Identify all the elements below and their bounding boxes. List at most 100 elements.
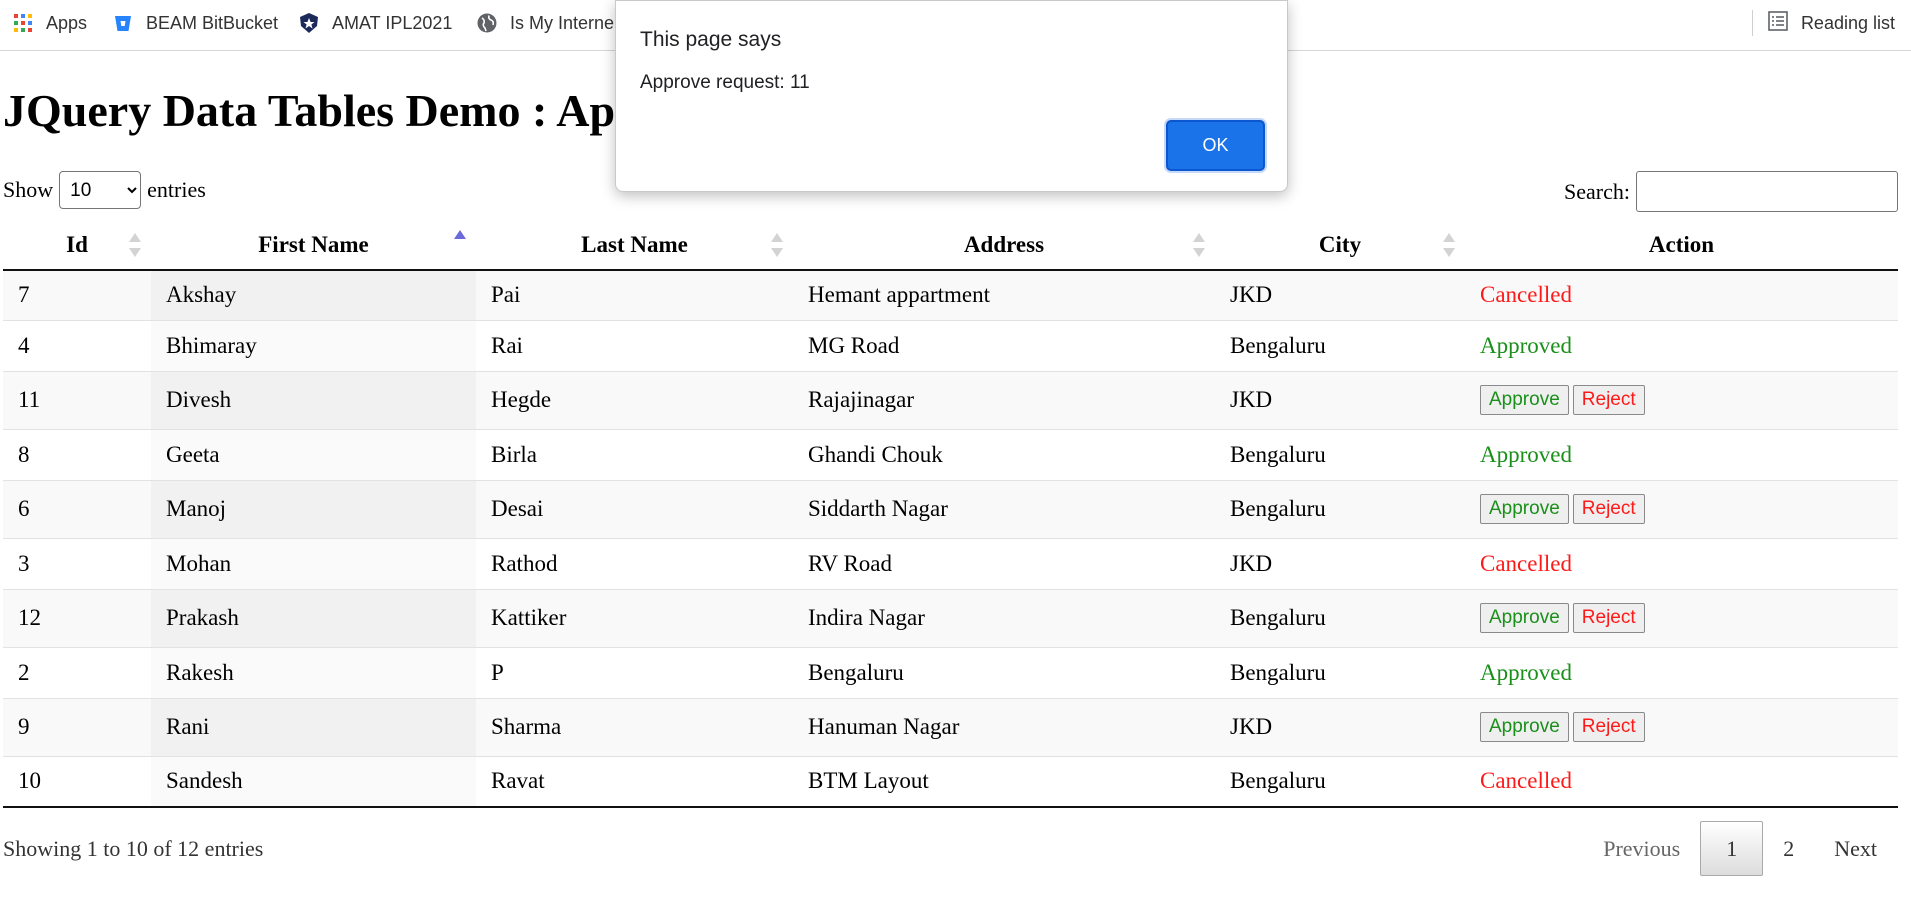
cell-first-name: Manoj (151, 479, 476, 538)
page-length-select[interactable]: 10 (59, 171, 142, 209)
cell-last-name: Pai (476, 269, 793, 320)
pagination-page-1[interactable]: 1 (1700, 821, 1764, 876)
pagination-previous[interactable]: Previous (1583, 821, 1700, 876)
table-row: 9 Rani Sharma Hanuman Nagar JKD Approve Reject (3, 697, 1898, 756)
entries-label: entries (147, 177, 206, 202)
bookmark-label: Apps (46, 12, 88, 33)
table-row: 4 Bhimaray Rai MG Road Bengaluru Approved (3, 319, 1898, 371)
approve-button[interactable]: Approve (1480, 603, 1569, 633)
cell-address: Rajajinagar (793, 370, 1215, 429)
column-header-id[interactable]: Id (3, 220, 151, 271)
column-header-first-name[interactable]: First Name (151, 220, 476, 271)
pagination-next[interactable]: Next (1814, 821, 1897, 876)
sort-both-icon (1443, 233, 1455, 257)
cell-address: Bengaluru (793, 646, 1215, 698)
cell-action: Approve Reject (1465, 479, 1898, 538)
pagination: Previous 1 2 Next (1583, 821, 1897, 876)
cell-address: Siddarth Nagar (793, 479, 1215, 538)
bookmark-label: Is My Interne (510, 12, 615, 33)
reading-list-button[interactable]: Reading list (1751, 10, 1895, 36)
column-header-action: Action (1465, 220, 1898, 271)
dialog-ok-button[interactable]: OK (1166, 120, 1265, 171)
page-title: JQuery Data Tables Demo : Ap (3, 85, 616, 136)
cell-city: JKD (1215, 370, 1465, 429)
search-control: Search: (1564, 171, 1898, 212)
reject-button[interactable]: Reject (1572, 712, 1645, 742)
cell-first-name: Bhimaray (151, 319, 476, 371)
cell-first-name: Divesh (151, 370, 476, 429)
sort-both-icon (1193, 233, 1205, 257)
cell-city: Bengaluru (1215, 755, 1465, 808)
cell-action: Approved (1465, 428, 1898, 480)
table-body: 7 Akshay Pai Hemant appartment JKD Cancelled 4… (3, 269, 1898, 808)
reject-button[interactable]: Reject (1572, 603, 1645, 633)
cell-id: 11 (3, 370, 151, 429)
bookmark-amat-ipl2021[interactable]: AMAT IPL2021 (298, 10, 452, 36)
ipl-badge-icon (298, 12, 320, 34)
bookmark-beam-bitbucket[interactable]: BEAM BitBucket (112, 10, 278, 36)
sort-both-icon (129, 233, 141, 257)
cell-city: Bengaluru (1215, 646, 1465, 698)
cell-address: RV Road (793, 537, 1215, 589)
cell-city: JKD (1215, 697, 1465, 756)
cell-action: Cancelled (1465, 755, 1898, 808)
show-label: Show (3, 177, 54, 202)
cell-first-name: Mohan (151, 537, 476, 589)
bookmark-label: BEAM BitBucket (146, 12, 279, 33)
pagination-page-2[interactable]: 2 (1763, 821, 1814, 876)
status-label: Cancelled (1480, 282, 1572, 308)
cell-first-name: Geeta (151, 428, 476, 480)
cell-action: Approve Reject (1465, 588, 1898, 647)
table-row: 8 Geeta Birla Ghandi Chouk Bengaluru Approved (3, 428, 1898, 480)
cell-first-name: Rakesh (151, 646, 476, 698)
reject-button[interactable]: Reject (1572, 494, 1645, 524)
bookmark-apps[interactable]: Apps (12, 10, 87, 36)
table-row: 10 Sandesh Ravat BTM Layout Bengaluru Cancell… (3, 755, 1898, 808)
approve-button[interactable]: Approve (1480, 385, 1569, 415)
cell-address: BTM Layout (793, 755, 1215, 808)
table-info: Showing 1 to 10 of 12 entries (3, 836, 264, 861)
data-table: Id First Name Last Name Address City Act… (3, 220, 1898, 808)
cell-last-name: Rai (476, 319, 793, 371)
sort-ascending-icon (454, 230, 466, 239)
cell-last-name: P (476, 646, 793, 698)
table-header-row: Id First Name Last Name Address City Act… (3, 220, 1898, 271)
table-row: 2 Rakesh P Bengaluru Bengaluru Approved (3, 646, 1898, 698)
cell-id: 12 (3, 588, 151, 647)
cell-city: JKD (1215, 537, 1465, 589)
dialog-message: Approve request: 11 (640, 72, 810, 93)
cell-id: 9 (3, 697, 151, 756)
cell-action: Approve Reject (1465, 370, 1898, 429)
status-label: Approved (1480, 441, 1572, 467)
table-row: 12 Prakash Kattiker Indira Nagar Bengaluru Ap… (3, 588, 1898, 647)
cell-city: Bengaluru (1215, 479, 1465, 538)
status-label: Approved (1480, 659, 1572, 685)
reject-button[interactable]: Reject (1572, 385, 1645, 415)
search-input[interactable] (1636, 171, 1898, 212)
sort-both-icon (771, 233, 783, 257)
cell-city: Bengaluru (1215, 319, 1465, 371)
cell-id: 3 (3, 537, 151, 589)
approve-button[interactable]: Approve (1480, 712, 1569, 742)
cell-city: Bengaluru (1215, 428, 1465, 480)
status-label: Approved (1480, 332, 1572, 358)
status-label: Cancelled (1480, 768, 1572, 794)
cell-city: JKD (1215, 269, 1465, 320)
cell-id: 8 (3, 428, 151, 480)
globe-icon (476, 12, 498, 34)
cell-city: Bengaluru (1215, 588, 1465, 647)
cell-last-name: Desai (476, 479, 793, 538)
column-header-address[interactable]: Address (793, 220, 1215, 271)
cell-last-name: Ravat (476, 755, 793, 808)
cell-first-name: Akshay (151, 269, 476, 320)
cell-id: 7 (3, 269, 151, 320)
bookmark-is-my-internet[interactable]: Is My Interne (476, 10, 614, 36)
cell-address: Hemant appartment (793, 269, 1215, 320)
cell-address: Hanuman Nagar (793, 697, 1215, 756)
cell-last-name: Sharma (476, 697, 793, 756)
column-header-last-name[interactable]: Last Name (476, 220, 793, 271)
cell-action: Approved (1465, 646, 1898, 698)
column-header-city[interactable]: City (1215, 220, 1465, 271)
approve-button[interactable]: Approve (1480, 494, 1569, 524)
cell-id: 6 (3, 479, 151, 538)
